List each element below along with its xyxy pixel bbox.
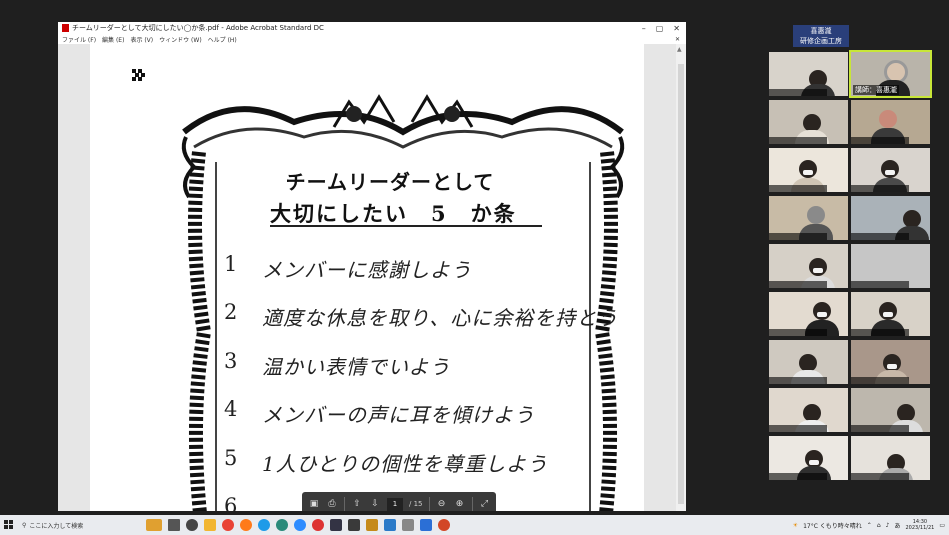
menu-help[interactable]: ヘルプ (H) bbox=[208, 35, 237, 44]
volume-icon[interactable]: ♪ bbox=[886, 522, 890, 529]
outlook-icon[interactable] bbox=[420, 519, 432, 531]
rule-text: 適度な休息を取り、心に余裕を持とう bbox=[262, 306, 619, 330]
zoom-icon[interactable] bbox=[294, 519, 306, 531]
briefcase-app-icon[interactable] bbox=[146, 519, 162, 531]
app-icon[interactable] bbox=[312, 519, 324, 531]
rule-text: 1人ひとりの個性を尊重しよう bbox=[262, 452, 549, 476]
speaker-video-tile[interactable]: 講師：喜惠瀧 bbox=[849, 50, 932, 98]
participant-video-tile[interactable] bbox=[769, 340, 848, 384]
participant-video-tile[interactable] bbox=[769, 100, 848, 144]
pdf-viewer-window: チームリーダーとして大切にしたい◯か条.pdf - Adobe Acrobat … bbox=[58, 22, 686, 511]
rule-text: メンバーに感謝しよう bbox=[262, 258, 472, 282]
rule-text: メンバーの声に耳を傾けよう bbox=[262, 403, 535, 427]
zoom-out-icon[interactable]: ⊖ bbox=[436, 498, 448, 510]
rule-number: 3 bbox=[224, 349, 238, 373]
chrome-icon[interactable] bbox=[222, 519, 234, 531]
notifications-icon[interactable]: ▭ bbox=[939, 522, 945, 529]
menu-view[interactable]: 表示 (V) bbox=[130, 35, 153, 44]
presenter-badge: 喜惠瀧 研修企画工房 bbox=[793, 25, 849, 47]
print-icon[interactable]: ⎙ bbox=[326, 498, 338, 510]
weather-text[interactable]: 17°C くもり時々晴れ bbox=[803, 521, 862, 530]
app-icon[interactable] bbox=[330, 519, 342, 531]
participant-video-tile[interactable] bbox=[851, 388, 930, 432]
participant-video-tile[interactable] bbox=[851, 100, 930, 144]
app-icon[interactable] bbox=[186, 519, 198, 531]
clock[interactable]: 14:30 2023/11/21 bbox=[906, 519, 935, 531]
participant-video-tile[interactable] bbox=[769, 436, 848, 480]
menu-edit[interactable]: 編集 (E) bbox=[102, 35, 124, 44]
participant-video-tile[interactable] bbox=[769, 388, 848, 432]
presenter-badge-line-1: 喜惠瀧 bbox=[810, 27, 832, 35]
speaker-label: 講師：喜惠瀧 bbox=[853, 85, 899, 95]
scroll-thumb[interactable] bbox=[678, 64, 684, 504]
page-number-input[interactable]: 1 bbox=[387, 497, 403, 511]
close-document-icon[interactable]: ✕ bbox=[675, 36, 686, 43]
close-button[interactable]: ✕ bbox=[673, 24, 680, 33]
fit-page-icon[interactable]: ⤢ bbox=[479, 498, 491, 510]
windows-taskbar: ⚲ ここに入力して検索 ☀ 17°C くもり時々晴れ ⌃ ⌂ ♪ あ 14:30… bbox=[0, 515, 949, 535]
page-down-icon[interactable]: ⇩ bbox=[369, 498, 381, 510]
tray-expand-icon[interactable]: ⌃ bbox=[867, 522, 872, 529]
search-placeholder: ここに入力して検索 bbox=[29, 522, 84, 530]
app-icon[interactable] bbox=[348, 519, 360, 531]
search-icon: ⚲ bbox=[22, 521, 27, 529]
minimize-button[interactable]: – bbox=[642, 24, 646, 33]
title-underline bbox=[270, 225, 542, 227]
network-icon[interactable]: ⌂ bbox=[877, 522, 881, 529]
taskbar-apps bbox=[146, 519, 450, 531]
pdf-file-icon bbox=[62, 24, 69, 32]
rule-text: 温かい表情でいよう bbox=[262, 355, 451, 379]
edge-icon[interactable] bbox=[276, 519, 288, 531]
rule-number: 4 bbox=[224, 397, 238, 421]
document-title-line-1: チームリーダーとして bbox=[285, 170, 495, 194]
participant-video-tile[interactable] bbox=[769, 148, 848, 192]
participant-video-tile[interactable] bbox=[851, 340, 930, 384]
menu-window[interactable]: ウィンドウ (W) bbox=[159, 35, 202, 44]
rule-number: 6 bbox=[224, 494, 238, 511]
scroll-up-icon[interactable]: ▲ bbox=[677, 46, 682, 53]
participant-video-tile[interactable] bbox=[851, 196, 930, 240]
taskbar-search-box[interactable]: ⚲ ここに入力して検索 bbox=[18, 515, 132, 535]
maximize-button[interactable]: ▢ bbox=[656, 24, 664, 33]
document-title-line-2: 大切にしたい 5 か条 bbox=[270, 201, 517, 226]
app-icon[interactable] bbox=[384, 519, 396, 531]
page-total: / 15 bbox=[409, 500, 423, 508]
participant-video-tile[interactable] bbox=[851, 292, 930, 336]
menu-file[interactable]: ファイル (F) bbox=[62, 35, 96, 44]
title-bar[interactable]: チームリーダーとして大切にしたい◯か条.pdf - Adobe Acrobat … bbox=[58, 22, 686, 34]
participant-video-tile[interactable] bbox=[851, 244, 930, 288]
menu-bar: ファイル (F) 編集 (E) 表示 (V) ウィンドウ (W) ヘルプ (H)… bbox=[58, 34, 686, 44]
windows-start-icon[interactable] bbox=[0, 515, 18, 535]
qr-code-icon bbox=[132, 69, 145, 81]
system-tray: ☀ 17°C くもり時々晴れ ⌃ ⌂ ♪ あ 14:30 2023/11/21 … bbox=[793, 519, 949, 531]
ime-icon[interactable]: あ bbox=[894, 521, 900, 530]
pdf-floating-toolbar: ▣ ⎙ ⇧ ⇩ 1 / 15 ⊖ ⊕ ⤢ bbox=[302, 492, 496, 511]
task-view-icon[interactable] bbox=[168, 519, 180, 531]
participant-video-tile[interactable] bbox=[851, 148, 930, 192]
firefox-icon[interactable] bbox=[240, 519, 252, 531]
skype-icon[interactable] bbox=[258, 519, 270, 531]
participant-video-tile[interactable] bbox=[769, 52, 848, 96]
rule-number: 5 bbox=[224, 446, 238, 470]
powerpoint-icon[interactable] bbox=[438, 519, 450, 531]
save-icon[interactable]: ▣ bbox=[308, 498, 320, 510]
rule-number: 1 bbox=[224, 252, 238, 276]
participant-video-tile[interactable] bbox=[851, 436, 930, 480]
vertical-scrollbar[interactable]: ▲ bbox=[676, 44, 686, 511]
clock-date: 2023/11/21 bbox=[905, 525, 935, 531]
participant-video-tile[interactable] bbox=[769, 196, 848, 240]
presenter-badge-line-2: 研修企画工房 bbox=[800, 37, 842, 45]
document-area[interactable]: ◀ チームリーダーとして 大切にしたい 5 bbox=[58, 44, 686, 511]
camera-icon[interactable] bbox=[402, 519, 414, 531]
zoom-in-icon[interactable]: ⊕ bbox=[454, 498, 466, 510]
window-title: チームリーダーとして大切にしたい◯か条.pdf - Adobe Acrobat … bbox=[72, 24, 324, 32]
page-up-icon[interactable]: ⇧ bbox=[351, 498, 363, 510]
participant-video-tile[interactable] bbox=[769, 292, 848, 336]
participant-video-tile[interactable] bbox=[769, 244, 848, 288]
rule-number: 2 bbox=[224, 300, 238, 324]
app-icon[interactable] bbox=[366, 519, 378, 531]
weather-icon[interactable]: ☀ bbox=[793, 522, 798, 529]
file-explorer-icon[interactable] bbox=[204, 519, 216, 531]
pdf-page: チームリーダーとして 大切にしたい 5 か条 1 メンバーに感謝しよう 2 適度… bbox=[90, 44, 644, 511]
